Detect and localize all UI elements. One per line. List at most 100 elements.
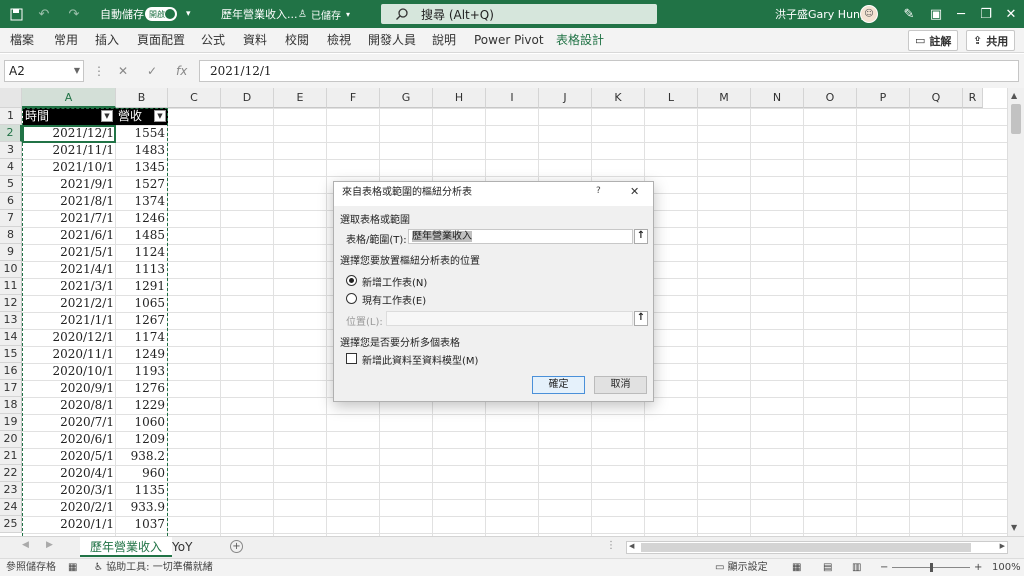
horizontal-scroll-thumb[interactable] — [641, 543, 971, 552]
sheet-tab-yoy[interactable]: YoY — [162, 537, 202, 557]
next-sheet-icon[interactable]: ▶ — [46, 540, 53, 550]
row-header[interactable]: 9 — [0, 244, 22, 261]
column-header-m[interactable]: M — [698, 88, 751, 108]
cell-revenue[interactable]: 1249 — [116, 346, 167, 363]
name-box[interactable]: A2 ▼ — [4, 60, 84, 82]
cell-revenue[interactable]: 1485 — [116, 227, 167, 244]
dialog-close-button[interactable]: ✕ — [630, 185, 639, 198]
radio-existing-worksheet[interactable] — [346, 293, 357, 304]
column-header-d[interactable]: D — [221, 88, 274, 108]
row-header[interactable]: 11 — [0, 278, 22, 295]
cell-revenue[interactable]: 1193 — [116, 363, 167, 380]
row-header[interactable]: 20 — [0, 431, 22, 448]
cell-revenue[interactable]: 933.9 — [116, 499, 167, 516]
cell-revenue[interactable]: 1554 — [116, 125, 167, 142]
cell-revenue[interactable]: 960 — [116, 465, 167, 482]
comments-button[interactable]: ▭ 註解 — [908, 30, 959, 51]
add-sheet-icon[interactable]: + — [230, 540, 243, 553]
column-header-p[interactable]: P — [857, 88, 910, 108]
table-range-input[interactable]: 歷年營業收入 — [408, 229, 633, 244]
more-icon[interactable]: ⋮ — [606, 540, 616, 551]
tab-home[interactable]: 常用 — [54, 28, 78, 53]
cell-revenue[interactable]: 1267 — [116, 312, 167, 329]
row-header[interactable]: 19 — [0, 414, 22, 431]
cell-date[interactable]: 2021/4/1 — [23, 261, 116, 278]
row-header[interactable]: 21 — [0, 448, 22, 465]
insert-function-icon[interactable]: fx — [176, 60, 187, 82]
zoom-out-icon[interactable]: − — [880, 559, 888, 576]
cell-revenue[interactable]: 1246 — [116, 210, 167, 227]
share-button[interactable]: ⇪ 共用 — [966, 30, 1016, 51]
column-header-r[interactable]: R — [963, 88, 983, 108]
page-break-view-icon[interactable]: ▥ — [852, 559, 861, 576]
cell-revenue[interactable]: 1065 — [116, 295, 167, 312]
filter-dropdown-icon[interactable]: ▼ — [154, 110, 166, 122]
cell-date[interactable]: 2020/9/1 — [23, 380, 116, 397]
tab-table-design[interactable]: 表格設計 — [556, 28, 604, 53]
cell-revenue[interactable]: 1135 — [116, 482, 167, 499]
tab-data[interactable]: 資料 — [243, 28, 267, 53]
cell-date[interactable]: 2021/11/1 — [23, 142, 116, 159]
ok-button[interactable]: 確定 — [532, 376, 585, 394]
ribbon-display-button[interactable]: ▣ — [923, 0, 949, 28]
cell-revenue[interactable]: 938.2 — [116, 448, 167, 465]
collapse-dialog-button[interactable]: ↑ — [634, 229, 648, 244]
cell-date[interactable]: 2021/7/1 — [23, 210, 116, 227]
filter-dropdown-icon[interactable]: ▼ — [101, 110, 113, 122]
column-header-l[interactable]: L — [645, 88, 698, 108]
row-header[interactable]: 13 — [0, 312, 22, 329]
document-title[interactable]: 歷年營業收入... — [221, 0, 298, 28]
page-layout-view-icon[interactable]: ▤ — [823, 559, 832, 576]
column-header-e[interactable]: E — [274, 88, 327, 108]
row-header[interactable]: 8 — [0, 227, 22, 244]
location-input[interactable] — [386, 311, 633, 326]
tab-review[interactable]: 校閱 — [285, 28, 309, 53]
cell-date[interactable]: 2020/8/1 — [23, 397, 116, 414]
row-header[interactable]: 24 — [0, 499, 22, 516]
row-header[interactable]: 10 — [0, 261, 22, 278]
cell-revenue[interactable]: 1209 — [116, 431, 167, 448]
cancel-button[interactable]: 取消 — [594, 376, 647, 394]
select-all-corner[interactable] — [0, 88, 22, 108]
row-header[interactable]: 16 — [0, 363, 22, 380]
tab-view[interactable]: 檢視 — [327, 28, 351, 53]
cell-revenue[interactable]: 1527 — [116, 176, 167, 193]
cell-date[interactable]: 2021/3/1 — [23, 278, 116, 295]
table-header-time[interactable]: 時間 ▼ — [23, 108, 116, 125]
cell-date[interactable]: 2020/3/1 — [23, 482, 116, 499]
cell-revenue[interactable]: 1124 — [116, 244, 167, 261]
formula-input[interactable]: 2021/12/1 — [199, 60, 1019, 82]
row-header[interactable]: 18 — [0, 397, 22, 414]
column-header-c[interactable]: C — [168, 88, 221, 108]
cell-date[interactable]: 2020/4/1 — [23, 465, 116, 482]
row-header[interactable]: 4 — [0, 159, 22, 176]
row-header[interactable]: 3 — [0, 142, 22, 159]
vertical-scrollbar[interactable]: ▲ ▼ — [1007, 88, 1024, 536]
avatar[interactable]: ☺ — [860, 0, 878, 28]
cell-date[interactable]: 2020/10/1 — [23, 363, 116, 380]
column-header-h[interactable]: H — [433, 88, 486, 108]
row-header[interactable]: 17 — [0, 380, 22, 397]
zoom-slider-handle[interactable] — [930, 563, 933, 572]
accessibility-status[interactable]: ♿ 協助工具: 一切準備就緒 — [94, 559, 213, 576]
row-header[interactable]: 25 — [0, 516, 22, 533]
qat-save[interactable] — [8, 0, 24, 28]
row-header[interactable]: 6 — [0, 193, 22, 210]
tab-help[interactable]: 說明 — [432, 28, 456, 53]
scroll-up-icon[interactable]: ▲ — [1011, 91, 1017, 100]
cell-revenue[interactable]: 1060 — [116, 414, 167, 431]
prev-sheet-icon[interactable]: ◀ — [22, 540, 29, 550]
cell-date[interactable]: 2021/9/1 — [23, 176, 116, 193]
table-header-revenue[interactable]: 營收 ▼ — [116, 108, 168, 125]
help-button[interactable]: ? — [596, 186, 601, 196]
cell-date[interactable]: 2020/1/1 — [23, 516, 116, 533]
normal-view-icon[interactable]: ▦ — [792, 559, 801, 576]
column-header-j[interactable]: J — [539, 88, 592, 108]
undo-button[interactable]: ↶ — [36, 0, 52, 28]
cell-revenue[interactable]: 1483 — [116, 142, 167, 159]
cell-date[interactable]: 2020/5/1 — [23, 448, 116, 465]
cell-revenue[interactable]: 1113 — [116, 261, 167, 278]
data-model-checkbox[interactable] — [346, 353, 357, 364]
cancel-icon[interactable]: ✕ — [118, 60, 128, 82]
cell-date[interactable]: 2020/2/1 — [23, 499, 116, 516]
